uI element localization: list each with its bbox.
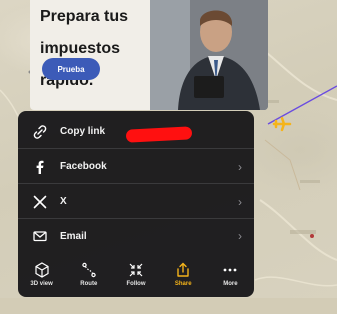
follow-label: Follow (126, 280, 146, 287)
route-button[interactable]: Route (65, 251, 112, 297)
chevron-right-icon: › (238, 194, 242, 209)
follow-button[interactable]: Follow (112, 251, 159, 297)
3d-view-button[interactable]: 3D view (18, 251, 65, 297)
route-label: Route (80, 280, 98, 287)
x-label: X (60, 196, 67, 207)
3d-view-label: 3D view (30, 280, 53, 287)
facebook-label: Facebook (60, 161, 107, 172)
facebook-row[interactable]: Facebook › (18, 150, 254, 184)
chevron-right-icon: › (238, 159, 242, 174)
ad-headline-line-2: impuestos (40, 40, 121, 57)
share-sheet: Copy link Facebook › X › Email › 3D view (18, 111, 254, 297)
ad-cta-button[interactable]: Prueba (42, 58, 100, 80)
follow-icon (128, 262, 144, 278)
copy-link-row[interactable]: Copy link (18, 115, 254, 149)
email-row[interactable]: Email › (18, 219, 254, 253)
ad-banner[interactable]: Prepara tus impuestos rápido. Prueba (30, 0, 268, 110)
3d-view-icon (34, 261, 50, 278)
flight-path (267, 85, 337, 125)
ad-headline-line-1: Prepara tus (40, 8, 129, 25)
more-icon (222, 262, 238, 278)
share-label: Share (174, 280, 192, 287)
redaction-mark (125, 126, 193, 143)
more-label: More (223, 280, 238, 287)
share-button[interactable]: Share (160, 251, 207, 297)
ad-headline: Prepara tus impuestos rápido. (40, 0, 128, 105)
ad-photo (150, 0, 268, 110)
copy-link-label: Copy link (60, 126, 106, 137)
bottom-toolbar: 3D view Route Follow Share More (18, 251, 254, 297)
map-bottom-strip (0, 298, 337, 314)
map-marker (310, 234, 314, 238)
facebook-icon (32, 159, 48, 175)
route-icon (81, 262, 97, 278)
share-icon (175, 262, 191, 278)
more-button[interactable]: More (207, 251, 254, 297)
x-row[interactable]: X › (18, 185, 254, 219)
chevron-right-icon: › (238, 229, 242, 243)
email-label: Email (60, 230, 87, 242)
link-icon (32, 124, 48, 140)
x-icon (32, 194, 48, 210)
email-icon (32, 228, 48, 244)
